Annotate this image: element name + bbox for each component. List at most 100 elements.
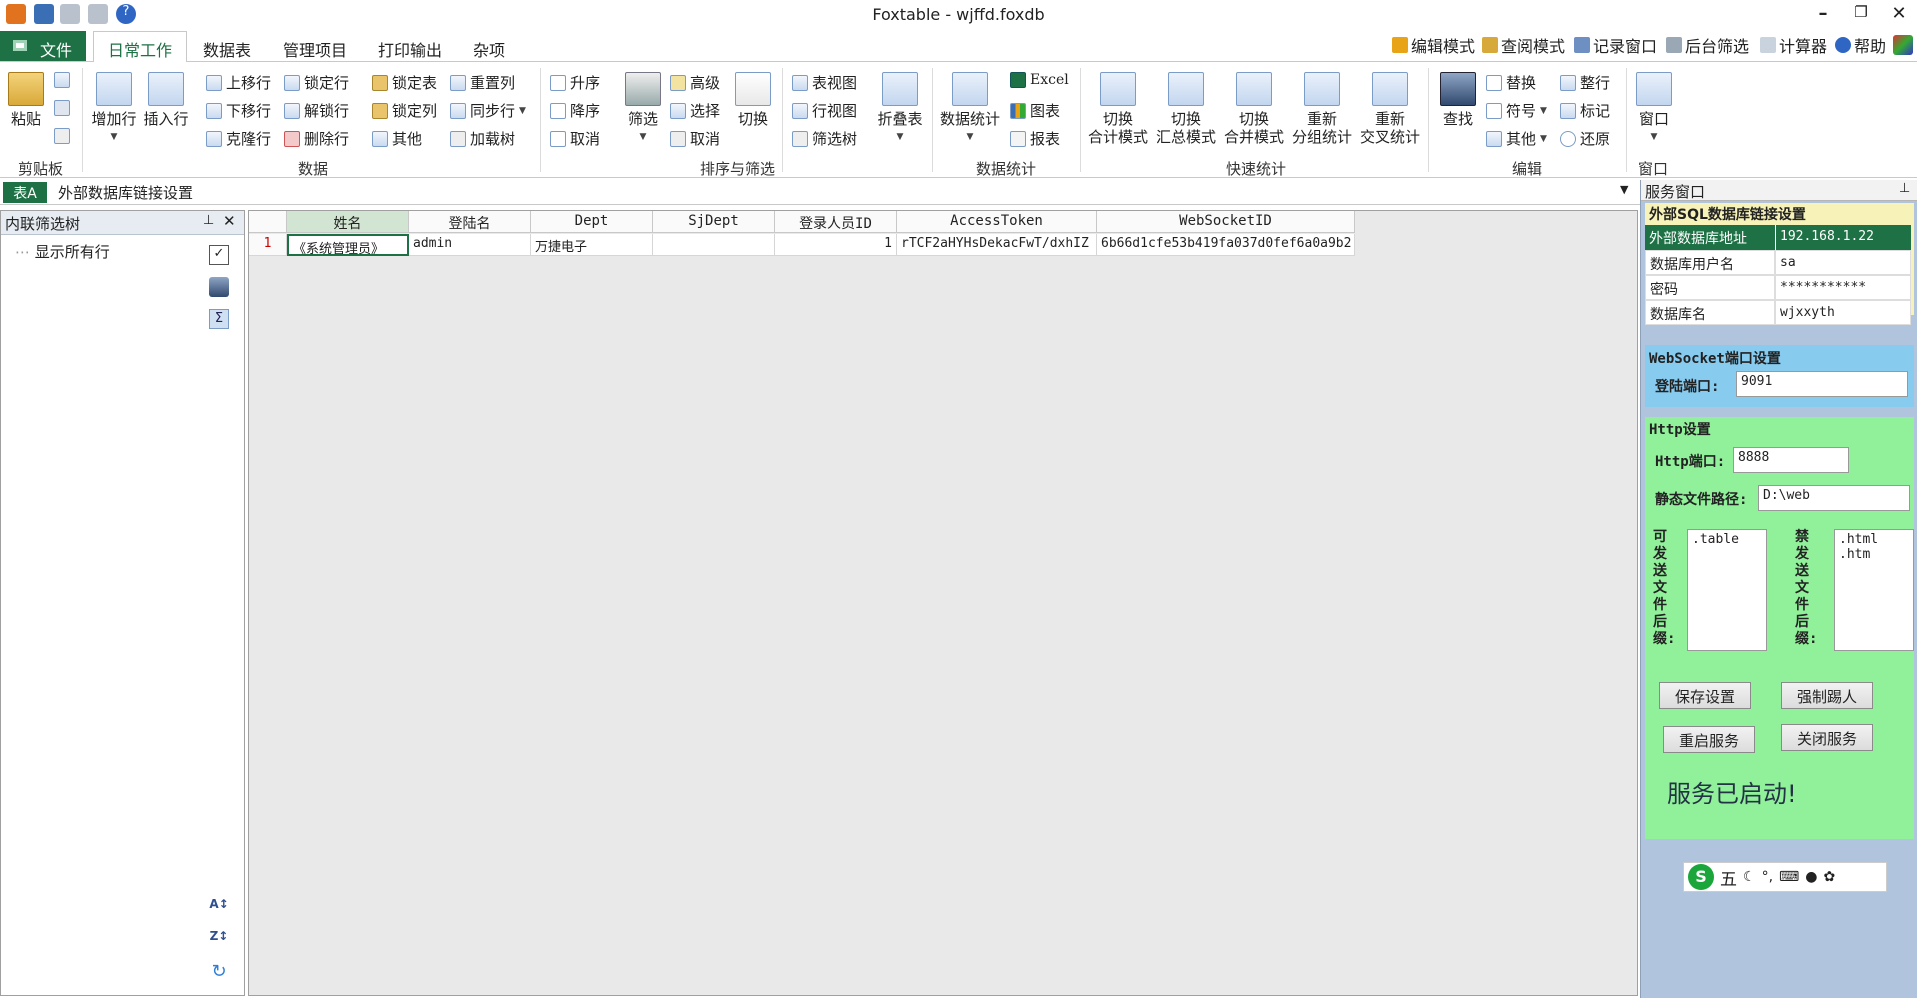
table-cell[interactable]: 6b66d1cfe53b419fa037d0fef6a0a9b2 — [1097, 234, 1355, 256]
save-settings-button[interactable]: 保存设置 — [1659, 682, 1751, 709]
add-row-button[interactable]: 增加行 ▼ — [90, 72, 138, 146]
close-icon[interactable]: ✕ — [223, 212, 236, 230]
table-cell[interactable]: admin — [409, 234, 531, 256]
data-stats-button[interactable]: 数据统计 ▼ — [938, 72, 1002, 146]
fold-table-button[interactable]: 折叠表 ▼ — [876, 72, 924, 146]
table-cell[interactable] — [653, 234, 775, 256]
chart-button[interactable]: 图表 — [1010, 100, 1060, 121]
paste-button[interactable]: 粘贴 — [6, 72, 46, 128]
sort-za-icon[interactable]: Z↕ — [209, 929, 229, 949]
pin-icon[interactable]: ⊥ — [203, 213, 214, 228]
background-filter-button[interactable]: 后台筛选 — [1666, 34, 1749, 56]
force-kick-button[interactable]: 强制踢人 — [1781, 682, 1873, 709]
edit-other-button[interactable]: 其他 ▼ — [1486, 128, 1547, 149]
unlock-row-button[interactable]: 解锁行 — [284, 100, 349, 121]
sort-az-icon[interactable]: A↕ — [209, 897, 229, 917]
restore-button[interactable]: 还原 — [1560, 128, 1610, 149]
symbol-button[interactable]: 符号 ▼ — [1486, 100, 1547, 121]
tree-item-show-all[interactable]: ⋯ 显示所有行 — [15, 241, 110, 262]
help-button[interactable]: 帮助 — [1835, 34, 1886, 56]
binoculars-icon[interactable] — [209, 277, 229, 297]
refresh-icon[interactable]: ↻ — [209, 961, 229, 982]
cut-button[interactable] — [54, 100, 70, 116]
column-header[interactable]: SjDept — [653, 211, 775, 233]
sql-value[interactable]: sa — [1775, 250, 1911, 275]
cross-stats-button[interactable]: 重新 交叉统计 — [1358, 72, 1422, 146]
mark-button[interactable]: 标记 — [1560, 100, 1610, 121]
excel-button[interactable]: Excel — [1010, 72, 1069, 88]
sort-desc-button[interactable]: 降序 — [550, 100, 600, 121]
sigma-icon[interactable]: Σ — [209, 309, 229, 329]
sort-asc-button[interactable]: 升序 — [550, 72, 600, 93]
corner-header[interactable] — [249, 211, 287, 233]
load-tree-button[interactable]: 加载树 — [450, 128, 515, 149]
row-view-button[interactable]: 行视图 — [792, 100, 857, 121]
tab-data-table[interactable]: 数据表 — [203, 35, 251, 62]
minimize-icon[interactable]: – — [1810, 3, 1836, 24]
sum-mode-button[interactable]: 切换 合计模式 — [1086, 72, 1150, 146]
sync-row-button[interactable]: 同步行 ▼ — [450, 100, 526, 121]
window-button[interactable]: 窗口 ▼ — [1634, 72, 1674, 146]
pin-icon[interactable]: ⊥ — [1899, 181, 1910, 196]
report-button[interactable]: 报表 — [1010, 128, 1060, 149]
other-button[interactable]: 其他 — [372, 128, 422, 149]
column-header[interactable]: WebSocketID — [1097, 211, 1355, 233]
close-icon[interactable]: ✕ — [1886, 3, 1912, 24]
insert-row-button[interactable]: 插入行 — [142, 72, 190, 128]
advanced-filter-button[interactable]: 高级 — [670, 72, 720, 93]
switch-sort-button[interactable]: 切换 — [732, 72, 774, 128]
move-up-button[interactable]: 上移行 — [206, 72, 271, 93]
lock-col-button[interactable]: 锁定列 — [372, 100, 437, 121]
restore-icon[interactable]: ❐ — [1848, 3, 1874, 21]
sql-value[interactable]: *********** — [1775, 275, 1911, 300]
read-mode-button[interactable]: 查阅模式 — [1482, 34, 1565, 56]
column-header[interactable]: 登录人员ID — [775, 211, 897, 233]
sort-cancel-button[interactable]: 取消 — [550, 128, 600, 149]
group-stats-button[interactable]: 重新 分组统计 — [1290, 72, 1354, 146]
column-header[interactable]: AccessToken — [897, 211, 1097, 233]
column-header[interactable]: Dept — [531, 211, 653, 233]
restart-service-button[interactable]: 重启服务 — [1663, 726, 1755, 753]
filter-tree-button[interactable]: 筛选树 — [792, 128, 857, 149]
row-number[interactable]: 1 — [249, 234, 287, 256]
tab-daily-work[interactable]: 日常工作 — [93, 31, 188, 63]
summary-mode-button[interactable]: 切换 汇总模式 — [1154, 72, 1218, 146]
find-button[interactable]: 查找 — [1436, 72, 1480, 128]
http-port-input[interactable]: 8888 — [1733, 447, 1849, 473]
users-icon[interactable] — [1893, 35, 1913, 55]
tab-manage-project[interactable]: 管理项目 — [283, 35, 347, 62]
file-menu-button[interactable]: 文件 — [0, 31, 86, 61]
merge-mode-button[interactable]: 切换 合并模式 — [1222, 72, 1286, 146]
sql-value[interactable]: wjxxyth — [1775, 300, 1911, 325]
delete-row-button[interactable]: 删除行 — [284, 128, 349, 149]
select-filter-button[interactable]: 选择 — [670, 100, 720, 121]
ws-port-input[interactable]: 9091 — [1736, 371, 1908, 397]
tab-misc[interactable]: 杂项 — [473, 35, 505, 62]
lock-row-button[interactable]: 锁定行 — [284, 72, 349, 93]
column-header[interactable]: 姓名 — [287, 211, 409, 233]
cancel-filter-button[interactable]: 取消 — [670, 128, 720, 149]
column-header[interactable]: 登陆名 — [409, 211, 531, 233]
record-window-button[interactable]: 记录窗口 — [1574, 34, 1657, 56]
calculator-button[interactable]: 计算器 — [1760, 34, 1827, 56]
format-painter-button[interactable] — [54, 128, 70, 144]
allow-suffix-textarea[interactable]: .table — [1687, 529, 1767, 651]
filter-button[interactable]: 筛选 ▼ — [622, 72, 664, 146]
replace-button[interactable]: 替换 — [1486, 72, 1536, 93]
deny-suffix-textarea[interactable]: .html .htm — [1834, 529, 1914, 651]
tab-print-output[interactable]: 打印输出 — [378, 35, 442, 62]
table-tab-name[interactable]: 外部数据库链接设置 — [58, 182, 193, 203]
checkbox-icon[interactable]: ✓ — [209, 245, 229, 265]
sql-value[interactable]: 192.168.1.22 — [1775, 225, 1911, 250]
copy-button[interactable] — [54, 72, 70, 88]
table-tab-badge[interactable]: 表A — [3, 182, 47, 203]
tidy-row-button[interactable]: 整行 — [1560, 72, 1610, 93]
static-path-input[interactable]: D:\web — [1758, 485, 1910, 511]
reset-col-button[interactable]: 重置列 — [450, 72, 515, 93]
table-cell-selected[interactable]: 《系统管理员》 — [287, 234, 409, 256]
stop-service-button[interactable]: 关闭服务 — [1781, 724, 1873, 751]
dropdown-arrow-icon[interactable]: ▼ — [1620, 183, 1628, 196]
move-down-button[interactable]: 下移行 — [206, 100, 271, 121]
edit-mode-button[interactable]: 编辑模式 — [1392, 34, 1475, 56]
table-cell[interactable]: 万捷电子 — [531, 234, 653, 256]
